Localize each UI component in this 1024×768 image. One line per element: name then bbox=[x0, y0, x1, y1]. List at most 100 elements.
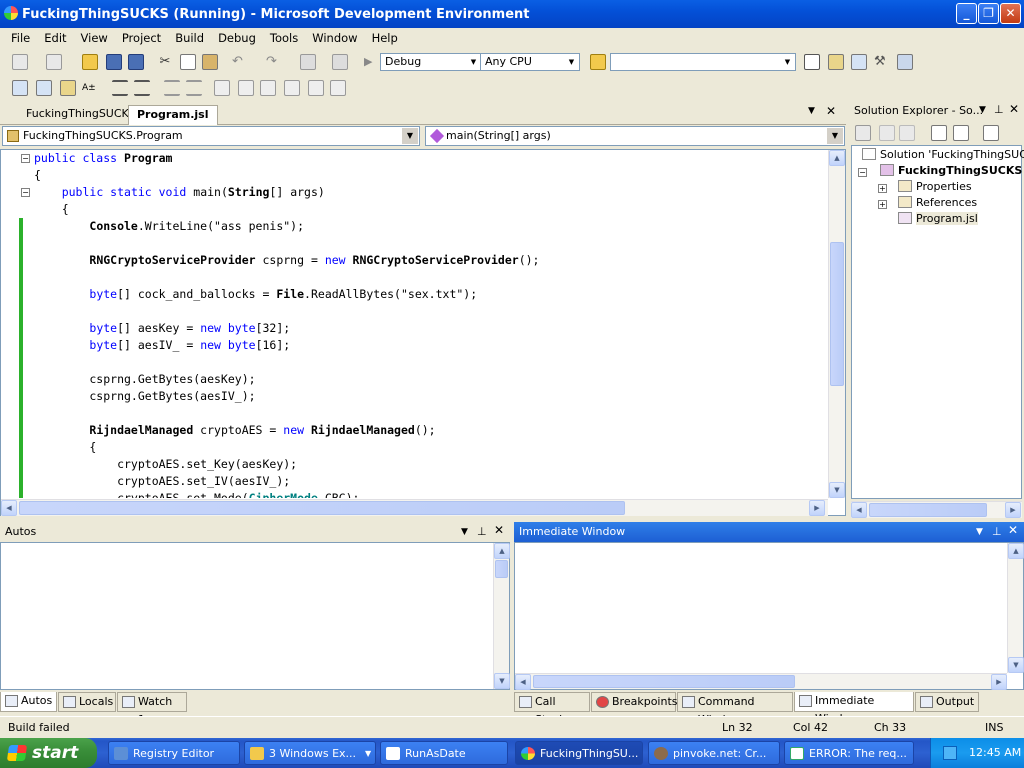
immediate-content[interactable]: ▲ ▼ ◀ ▶ bbox=[514, 542, 1024, 690]
next-bookmark-folder-icon[interactable] bbox=[330, 80, 346, 96]
code-line[interactable]: byte[] cock_and_ballocks = File.ReadAllB… bbox=[34, 286, 824, 303]
collapse-icon[interactable]: − bbox=[858, 168, 867, 177]
pin-icon[interactable]: ⊥ bbox=[477, 525, 487, 538]
show-all-files-icon[interactable] bbox=[879, 125, 895, 141]
view-code-icon[interactable] bbox=[899, 125, 915, 141]
autos-vertical-scrollbar[interactable]: ▲ ▼ bbox=[493, 543, 510, 689]
menu-debug[interactable]: Debug bbox=[211, 31, 263, 45]
code-line[interactable] bbox=[34, 303, 824, 320]
menu-file[interactable]: File bbox=[4, 31, 37, 45]
tab-watch-1[interactable]: Watch 1 bbox=[117, 692, 187, 726]
dropdown-icon[interactable]: ▼ bbox=[976, 527, 983, 537]
code-line[interactable]: { bbox=[34, 167, 824, 184]
pin-icon[interactable]: ⊥ bbox=[992, 525, 1002, 538]
properties-toolbar-icon[interactable] bbox=[855, 125, 871, 141]
new-project-icon[interactable] bbox=[12, 54, 28, 70]
start-debug-icon[interactable]: ▶ bbox=[364, 55, 380, 71]
taskbar-item-devenv[interactable]: FuckingThingSU... bbox=[515, 741, 643, 765]
close-button[interactable]: ✕ bbox=[1000, 3, 1021, 24]
taskbar-item-pinvoke[interactable]: pinvoke.net: Cr... bbox=[648, 741, 780, 765]
parameter-info-icon[interactable] bbox=[36, 80, 52, 96]
tree-horizontal-scrollbar[interactable]: ◀ ▶ bbox=[851, 501, 1022, 518]
tab-breakpoints[interactable]: Breakpoints bbox=[591, 692, 678, 712]
next-bookmark-icon[interactable] bbox=[260, 80, 276, 96]
redo-icon[interactable]: ↷ bbox=[266, 54, 282, 70]
code-line[interactable]: RijndaelManaged cryptoAES = new Rijndael… bbox=[34, 422, 824, 439]
scroll-down-icon[interactable]: ▼ bbox=[829, 482, 845, 498]
copy-icon[interactable] bbox=[180, 54, 196, 70]
code-line[interactable]: cryptoAES.set_IV(aesIV_); bbox=[34, 473, 824, 490]
close-panel-icon[interactable]: ✕ bbox=[494, 523, 504, 537]
menu-build[interactable]: Build bbox=[168, 31, 211, 45]
platform-combo[interactable]: Any CPU ▼ bbox=[480, 53, 580, 71]
collapse-icon[interactable]: − bbox=[21, 154, 30, 163]
expand-icon[interactable]: + bbox=[878, 184, 887, 193]
code-line[interactable]: public class Program bbox=[34, 150, 824, 167]
cut-icon[interactable]: ✂ bbox=[157, 54, 173, 70]
autos-content[interactable]: ▲ ▼ bbox=[0, 542, 510, 690]
scroll-thumb[interactable] bbox=[19, 501, 625, 515]
scroll-thumb[interactable] bbox=[869, 503, 987, 517]
tree-program-file[interactable]: Program.jsl bbox=[898, 212, 978, 225]
menu-window[interactable]: Window bbox=[305, 31, 364, 45]
clear-bookmarks-icon[interactable] bbox=[284, 80, 300, 96]
start-button[interactable]: start bbox=[0, 738, 97, 768]
tab-dropdown-icon[interactable]: ▼ bbox=[808, 106, 815, 116]
menu-view[interactable]: View bbox=[74, 31, 115, 45]
scroll-left-icon[interactable]: ◀ bbox=[515, 674, 531, 690]
scroll-thumb[interactable] bbox=[830, 242, 844, 386]
increase-indent-icon[interactable] bbox=[134, 80, 150, 96]
code-line[interactable]: { bbox=[34, 201, 824, 218]
nav-forward-icon[interactable] bbox=[332, 54, 348, 70]
save-all-icon[interactable] bbox=[128, 54, 144, 70]
expand-icon[interactable]: + bbox=[878, 200, 887, 209]
code-text[interactable]: public class Program{ public static void… bbox=[34, 150, 824, 498]
close-panel-icon[interactable]: ✕ bbox=[1009, 102, 1019, 116]
refresh-icon[interactable] bbox=[953, 125, 969, 141]
decrease-indent-icon[interactable] bbox=[112, 80, 128, 96]
minimize-button[interactable]: _ bbox=[956, 3, 977, 24]
save-icon[interactable] bbox=[106, 54, 122, 70]
code-editor[interactable]: − − public class Program{ public static … bbox=[0, 149, 846, 516]
tab-call-stack[interactable]: Call Stack bbox=[514, 692, 590, 726]
find-in-files-icon[interactable] bbox=[590, 54, 606, 70]
code-line[interactable]: { bbox=[34, 439, 824, 456]
tab-program-jsl[interactable]: Program.jsl bbox=[128, 105, 218, 125]
previous-bookmark-folder-icon[interactable] bbox=[308, 80, 324, 96]
immediate-horizontal-scrollbar[interactable]: ◀ ▶ bbox=[515, 673, 1007, 690]
editor-horizontal-scrollbar[interactable]: ◀ ▶ bbox=[1, 499, 828, 516]
tab-immediate-window[interactable]: Immediate Window bbox=[794, 692, 914, 725]
code-line[interactable]: byte[] aesIV_ = new byte[16]; bbox=[34, 337, 824, 354]
code-line[interactable]: csprng.GetBytes(aesIV_); bbox=[34, 388, 824, 405]
tools-icon[interactable]: ⚒ bbox=[874, 54, 890, 70]
scroll-up-icon[interactable]: ▲ bbox=[494, 543, 510, 559]
dropdown-icon[interactable]: ▼ bbox=[979, 105, 986, 115]
dropdown-icon[interactable]: ▼ bbox=[461, 527, 468, 537]
clock[interactable]: 12:45 AM bbox=[969, 738, 1021, 768]
tab-command-window[interactable]: Command Window bbox=[677, 692, 793, 726]
scroll-thumb[interactable] bbox=[533, 675, 795, 688]
taskbar-item-error[interactable]: ERROR: The req... bbox=[784, 741, 914, 765]
scroll-down-icon[interactable]: ▼ bbox=[1008, 657, 1024, 673]
member-combo[interactable]: main(String[] args) ▼ bbox=[425, 126, 845, 146]
class-combo[interactable]: FuckingThingSUCKS.Program ▼ bbox=[2, 126, 420, 146]
solution-explorer-icon[interactable] bbox=[804, 54, 820, 70]
open-file-icon[interactable] bbox=[82, 54, 98, 70]
code-line[interactable]: RNGCryptoServiceProvider csprng = new RN… bbox=[34, 252, 824, 269]
menu-edit[interactable]: Edit bbox=[37, 31, 73, 45]
code-line[interactable]: public static void main(String[] args) bbox=[34, 184, 824, 201]
code-line[interactable] bbox=[34, 354, 824, 371]
comment-icon[interactable] bbox=[164, 80, 180, 96]
tab-output[interactable]: Output bbox=[915, 692, 979, 712]
tab-autos[interactable]: Autos bbox=[0, 692, 57, 712]
taskbar-item-windows-explorer[interactable]: 3 Windows Ex... ▼ bbox=[244, 741, 376, 765]
close-panel-icon[interactable]: ✕ bbox=[1008, 523, 1018, 537]
code-line[interactable]: cryptoAES.set_Mode(CipherMode.CBC); bbox=[34, 490, 824, 498]
tree-references[interactable]: References bbox=[898, 196, 977, 209]
nav-back-icon[interactable] bbox=[300, 54, 316, 70]
menu-help[interactable]: Help bbox=[365, 31, 405, 45]
tab-fuckingthingsucks[interactable]: FuckingThingSUCKS bbox=[18, 105, 144, 125]
editor-vertical-scrollbar[interactable]: ▲ ▼ bbox=[828, 150, 845, 498]
undo-icon[interactable]: ↶ bbox=[232, 54, 248, 70]
scroll-up-icon[interactable]: ▲ bbox=[829, 150, 845, 166]
